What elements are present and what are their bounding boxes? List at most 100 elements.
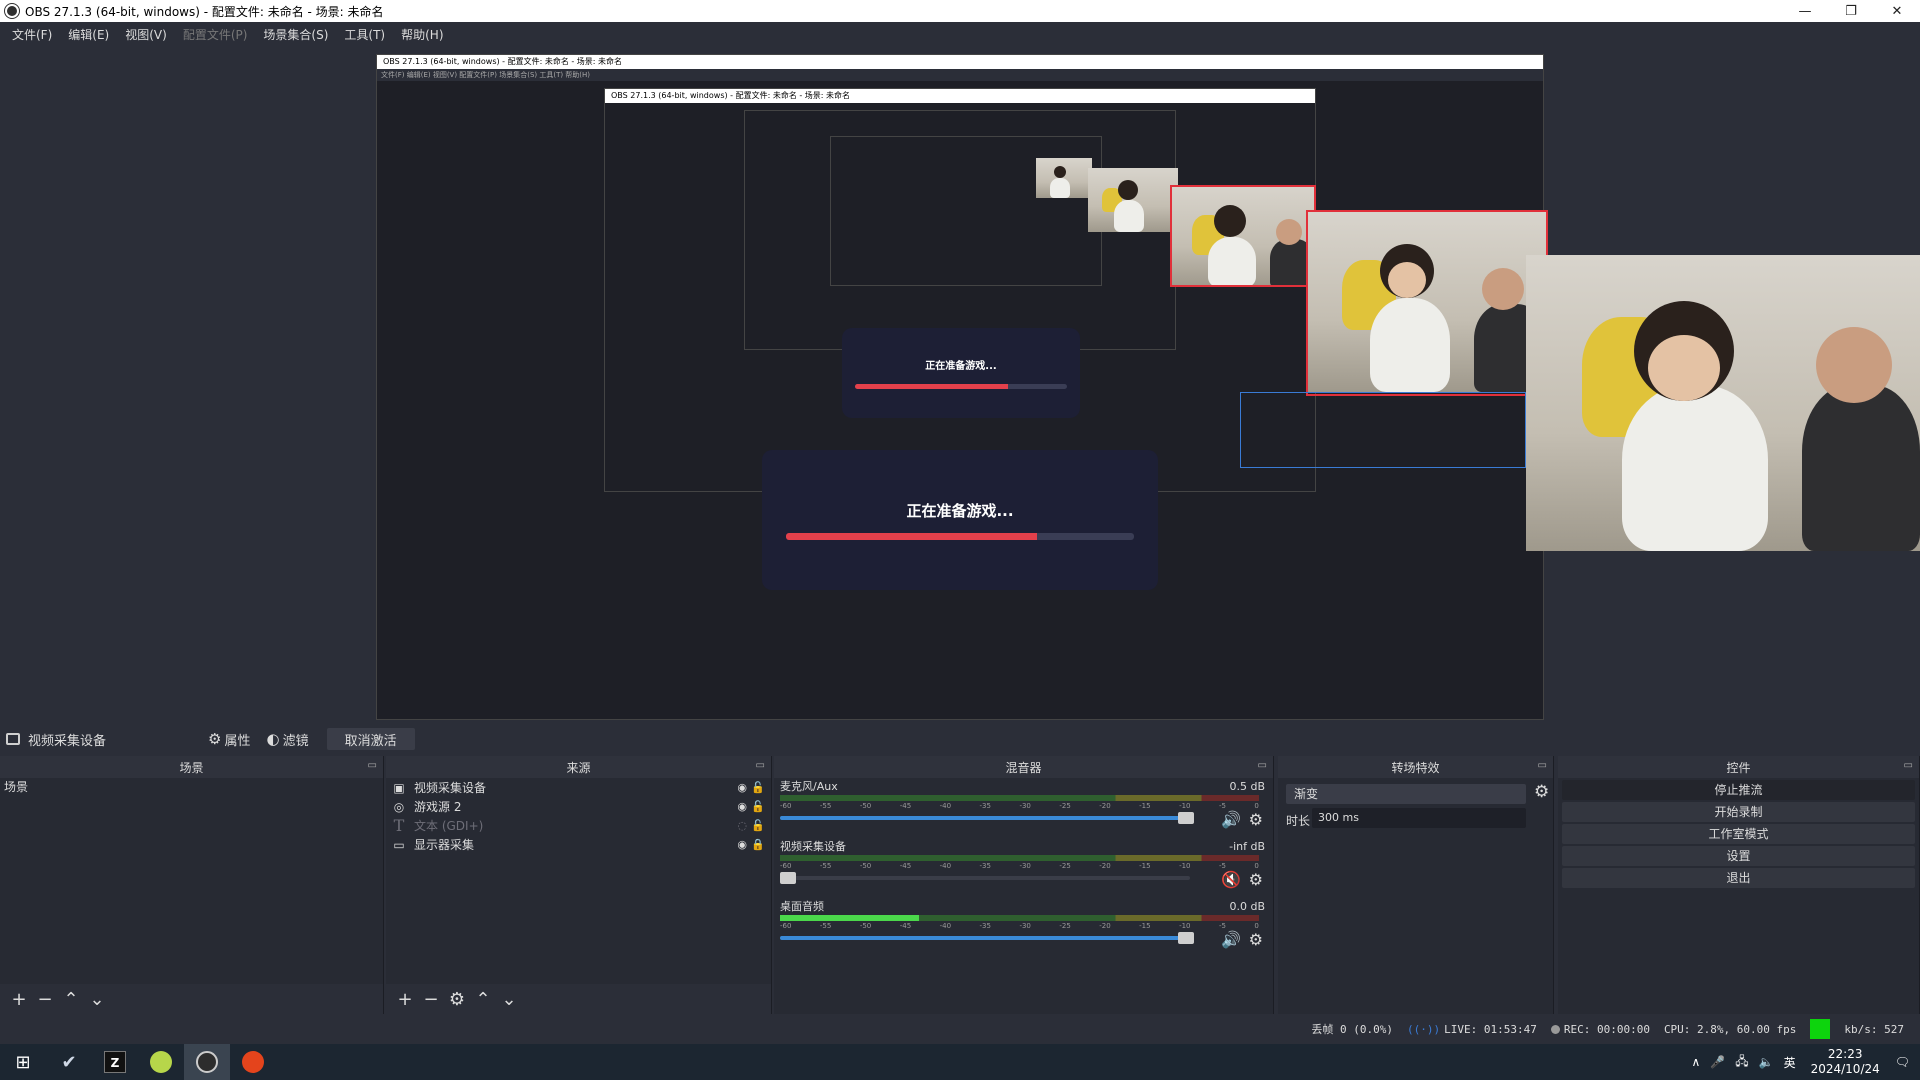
channel-name: 视频采集设备: [780, 840, 846, 853]
transition-select[interactable]: 渐变: [1286, 784, 1526, 804]
filters-button[interactable]: ◐ 滤镜: [258, 728, 316, 750]
menu-help[interactable]: 帮助(H): [393, 26, 451, 43]
scene-item[interactable]: 场景: [0, 778, 383, 796]
exit-button[interactable]: 退出: [1562, 868, 1915, 888]
remove-scene-button[interactable]: −: [32, 989, 58, 1010]
scenes-dock: 场景 ▭ 场景 + − ⌃ ⌄: [0, 756, 384, 1014]
speaker-muted-icon[interactable]: 🔇: [1221, 870, 1241, 889]
unlock-icon[interactable]: 🔓: [751, 819, 765, 832]
zapp-icon[interactable]: Z: [92, 1044, 138, 1080]
microphone-icon[interactable]: 🎤: [1710, 1055, 1725, 1069]
green-app-icon[interactable]: [138, 1044, 184, 1080]
unlock-icon[interactable]: 🔓: [751, 781, 765, 794]
clock[interactable]: 22:23 2024/10/24: [1811, 1047, 1880, 1077]
stop-streaming-button[interactable]: 停止推流: [1562, 780, 1915, 800]
volume-slider[interactable]: [780, 932, 1194, 944]
gear-icon[interactable]: ⚙: [1249, 930, 1263, 949]
record-dot-icon: [1550, 1025, 1560, 1034]
undock-icon[interactable]: ▭: [1258, 760, 1267, 771]
source-properties-gear-icon[interactable]: ⚙: [444, 989, 470, 1010]
speaker-icon[interactable]: 🔊: [1221, 930, 1241, 949]
preview-canvas[interactable]: OBS 27.1.3 (64-bit, windows) - 配置文件: 未命名…: [0, 46, 1920, 726]
studio-mode-button[interactable]: 工作室模式: [1562, 824, 1915, 844]
undock-icon[interactable]: ▭: [756, 760, 765, 771]
gear-icon[interactable]: ⚙: [1249, 810, 1263, 829]
text-icon: T: [393, 816, 405, 835]
scale-tick: -60: [780, 802, 792, 810]
menu-edit[interactable]: 编辑(E): [60, 26, 117, 43]
rec-time: REC: 00:00:00: [1563, 1022, 1650, 1036]
lock-icon[interactable]: 🔒: [751, 838, 765, 851]
webcam-main[interactable]: [1526, 255, 1920, 551]
transitions-header: 转场特效 ▭: [1278, 756, 1553, 778]
scale-tick: -25: [1059, 802, 1071, 810]
volume-slider[interactable]: [780, 872, 1190, 884]
mixer-channel-video-capture: 视频采集设备 -inf dB -60 -55 -50 -45 -40 -35 -30 -25 -…: [774, 840, 1273, 900]
mixer-title: 混音器: [1005, 760, 1042, 775]
chevron-up-icon[interactable]: ∧: [1691, 1055, 1700, 1069]
duration-input[interactable]: 300 ms: [1312, 808, 1526, 828]
close-button[interactable]: ✕: [1874, 0, 1920, 22]
gear-icon[interactable]: ⚙: [1534, 782, 1549, 802]
gear-icon: ⚙: [208, 730, 222, 748]
remove-source-button[interactable]: −: [418, 989, 444, 1010]
menu-view[interactable]: 视图(V): [117, 26, 175, 43]
scale-tick: -20: [1099, 862, 1111, 870]
gear-icon[interactable]: ⚙: [1249, 870, 1263, 889]
speaker-icon[interactable]: 🔊: [1221, 810, 1241, 829]
ime-indicator[interactable]: 英: [1784, 1054, 1796, 1071]
settings-button[interactable]: 设置: [1562, 846, 1915, 866]
volume-meter: [780, 795, 1259, 801]
menu-file[interactable]: 文件(F): [4, 26, 60, 43]
minimize-button[interactable]: —: [1782, 0, 1828, 22]
obs-window: OBS 27.1.3 (64-bit, windows) - 配置文件: 未命名…: [0, 0, 1920, 1080]
sources-title: 来源: [566, 760, 591, 775]
menu-scene-collection[interactable]: 场景集合(S): [255, 26, 336, 43]
eye-icon[interactable]: ◉: [737, 838, 747, 851]
source-item[interactable]: ◎ 游戏源 2 ◉ 🔓: [386, 797, 771, 816]
controls-header: 控件 ▭: [1558, 756, 1919, 778]
ea-icon[interactable]: [230, 1044, 276, 1080]
move-up-icon[interactable]: ⌃: [470, 989, 496, 1010]
menu-tools[interactable]: 工具(T): [336, 26, 393, 43]
obs-icon[interactable]: [184, 1044, 230, 1080]
selected-source-name: 视频采集设备: [28, 733, 107, 749]
network-icon[interactable]: 🖧: [1735, 1052, 1748, 1073]
scale-tick: -10: [1179, 862, 1191, 870]
start-recording-button[interactable]: 开始录制: [1562, 802, 1915, 822]
source-item[interactable]: ▭ 显示器采集 ◉ 🔒: [386, 835, 771, 854]
windows-start-icon[interactable]: ⊞: [0, 1044, 46, 1080]
scale-tick: -20: [1099, 802, 1111, 810]
unlock-icon[interactable]: 🔓: [751, 800, 765, 813]
move-up-icon[interactable]: ⌃: [58, 989, 84, 1010]
steam-icon[interactable]: ✔: [46, 1044, 92, 1080]
deactivate-button[interactable]: 取消激活: [326, 728, 415, 750]
eye-icon[interactable]: ◉: [737, 781, 747, 794]
volume-icon[interactable]: 🔈: [1759, 1055, 1774, 1069]
undock-icon[interactable]: ▭: [368, 760, 377, 771]
mixer-channels: 麦克风/Aux 0.5 dB -60 -55 -50 -45 -40 -35 -30 -25 -…: [774, 778, 1273, 1014]
menu-bar: 文件(F) 编辑(E) 视图(V) 配置文件(P) 场景集合(S) 工具(T) …: [0, 22, 1920, 46]
selected-source: 视频采集设备: [0, 730, 200, 749]
source-item[interactable]: ▣ 视频采集设备 ◉ 🔓: [386, 778, 771, 797]
properties-label: 属性: [224, 733, 251, 749]
transitions-title: 转场特效: [1391, 760, 1440, 775]
move-down-icon[interactable]: ⌄: [84, 989, 110, 1010]
scale-tick: -40: [939, 922, 952, 930]
menu-profile[interactable]: 配置文件(P): [175, 26, 256, 43]
scale-tick: -45: [899, 802, 912, 810]
move-down-icon[interactable]: ⌄: [496, 989, 522, 1010]
eye-hidden-icon[interactable]: ◌: [737, 819, 747, 832]
add-source-button[interactable]: +: [392, 989, 418, 1010]
notification-icon[interactable]: 🗨: [1895, 1055, 1910, 1069]
source-item[interactable]: T 文本 (GDI+) ◌ 🔓: [386, 816, 771, 835]
maximize-button[interactable]: ❐: [1828, 0, 1874, 22]
add-scene-button[interactable]: +: [6, 989, 32, 1010]
window-title: OBS 27.1.3 (64-bit, windows) - 配置文件: 未命名…: [25, 4, 384, 19]
undock-icon[interactable]: ▭: [1538, 760, 1547, 771]
scale-tick: -15: [1139, 802, 1151, 810]
volume-slider[interactable]: [780, 812, 1194, 824]
properties-button[interactable]: ⚙ 属性: [200, 728, 258, 750]
undock-icon[interactable]: ▭: [1904, 760, 1913, 771]
eye-icon[interactable]: ◉: [737, 800, 747, 813]
